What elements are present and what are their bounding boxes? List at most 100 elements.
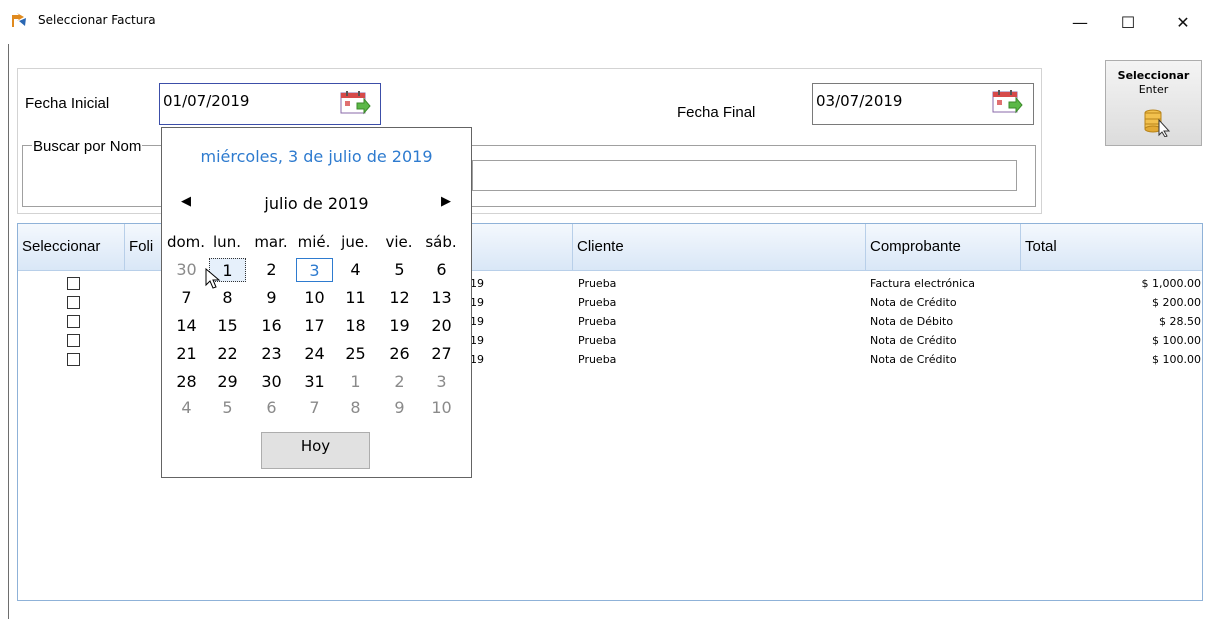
calendar-day[interactable]: 6 (423, 258, 460, 282)
row-checkbox[interactable] (67, 315, 80, 328)
calendar-day[interactable]: 1 (337, 370, 374, 394)
calendar-day[interactable]: 17 (296, 314, 333, 338)
calendar-day[interactable]: 14 (168, 314, 205, 338)
calendar-day-of-week: jue. (341, 233, 369, 251)
row-checkbox[interactable] (67, 334, 80, 347)
calendar-day[interactable]: 10 (296, 286, 333, 310)
cell-cliente: Prueba (578, 353, 617, 366)
buscar-input[interactable] (472, 160, 1017, 191)
calendar-day[interactable]: 9 (253, 286, 290, 310)
calendar-day-of-week: sáb. (425, 233, 457, 251)
calendar-day[interactable]: 7 (296, 396, 333, 420)
cell-comprobante: Factura electrónica (870, 277, 975, 290)
cell-fecha: 19 (470, 334, 484, 347)
cell-comprobante: Nota de Crédito (870, 334, 957, 347)
calendar-day[interactable]: 2 (381, 370, 418, 394)
window-left-border (8, 34, 9, 619)
cell-cliente: Prueba (578, 277, 617, 290)
hoy-button[interactable]: Hoy (261, 432, 370, 469)
app-icon (12, 13, 26, 27)
column-header-total[interactable]: Total (1021, 224, 1202, 270)
close-icon: ✕ (1176, 12, 1190, 32)
calendar-day[interactable]: 22 (209, 342, 246, 366)
calendar-icon[interactable] (339, 89, 371, 117)
fecha-inicial-label: Fecha Inicial (25, 95, 110, 112)
cell-cliente: Prueba (578, 315, 617, 328)
calendar-day[interactable]: 29 (209, 370, 246, 394)
minimize-icon: — (1072, 12, 1088, 32)
next-month-icon[interactable]: ▶ (441, 194, 451, 209)
enter-label: Enter (1138, 83, 1169, 96)
calendar-day[interactable]: 30 (168, 258, 205, 282)
calendar-day[interactable]: 28 (168, 370, 205, 394)
cell-fecha: 19 (470, 296, 484, 309)
calendar-day[interactable]: 9 (381, 396, 418, 420)
calendar-day[interactable]: 8 (337, 396, 374, 420)
maximize-button[interactable]: ☐ (1105, 0, 1151, 44)
calendar-day[interactable]: 5 (209, 396, 246, 420)
calendar-day[interactable]: 23 (253, 342, 290, 366)
row-checkbox[interactable] (67, 353, 80, 366)
calendar-day[interactable]: 16 (253, 314, 290, 338)
cell-total: $ 28.50 (1159, 315, 1201, 328)
cell-cliente: Prueba (578, 334, 617, 347)
column-header-comprobante[interactable]: Comprobante (866, 224, 1021, 270)
column-header-folio[interactable]: Foli (125, 224, 163, 270)
column-header-seleccionar[interactable]: Seleccionar (18, 224, 125, 270)
calendar-day-of-week: vie. (385, 233, 413, 251)
cell-comprobante: Nota de Débito (870, 315, 954, 328)
calendar-day[interactable]: 4 (168, 396, 205, 420)
column-header-cliente[interactable]: Cliente (573, 224, 866, 270)
calendar-day-of-week: mié. (297, 233, 331, 251)
cell-total: $ 100.00 (1152, 353, 1201, 366)
calendar-day[interactable]: 18 (337, 314, 374, 338)
cell-total: $ 1,000.00 (1141, 277, 1201, 290)
mouse-cursor-icon (205, 268, 221, 289)
calendar-day[interactable]: 10 (423, 396, 460, 420)
close-button[interactable]: ✕ (1160, 0, 1206, 44)
calendar-day[interactable]: 15 (209, 314, 246, 338)
calendar-today-header[interactable]: miércoles, 3 de julio de 2019 (162, 147, 471, 166)
calendar-day[interactable]: 11 (337, 286, 374, 310)
cell-total: $ 100.00 (1152, 334, 1201, 347)
calendar-month-label[interactable]: julio de 2019 (162, 194, 471, 213)
fecha-inicial-value: 01/07/2019 (163, 92, 250, 110)
minimize-button[interactable]: — (1057, 0, 1103, 44)
cell-fecha: 19 (470, 353, 484, 366)
calendar-day[interactable]: 26 (381, 342, 418, 366)
cell-total: $ 200.00 (1152, 296, 1201, 309)
calendar-day[interactable]: 31 (296, 370, 333, 394)
database-cursor-icon (1144, 109, 1171, 137)
calendar-icon[interactable] (991, 88, 1023, 116)
calendar-day[interactable]: 2 (253, 258, 290, 282)
calendar-day[interactable]: 3 (296, 258, 333, 282)
calendar-day[interactable]: 20 (423, 314, 460, 338)
cell-comprobante: Nota de Crédito (870, 353, 957, 366)
seleccionar-button[interactable]: Seleccionar Enter (1105, 60, 1202, 146)
calendar-day[interactable]: 13 (423, 286, 460, 310)
calendar-day[interactable]: 4 (337, 258, 374, 282)
row-checkbox[interactable] (67, 296, 80, 309)
calendar-day[interactable]: 3 (423, 370, 460, 394)
calendar-day[interactable]: 7 (168, 286, 205, 310)
calendar-day-of-week: mar. (254, 233, 288, 251)
calendar-day[interactable]: 25 (337, 342, 374, 366)
cell-fecha: 19 (470, 315, 484, 328)
buscar-label: Buscar por Nom (32, 138, 143, 155)
calendar-popup[interactable]: miércoles, 3 de julio de 2019 ◀ julio de… (161, 127, 472, 478)
cell-cliente: Prueba (578, 296, 617, 309)
calendar-day[interactable]: 27 (423, 342, 460, 366)
seleccionar-factura-window: Seleccionar Factura — ☐ ✕ Fecha Inicial … (0, 0, 1215, 619)
calendar-day[interactable]: 19 (381, 314, 418, 338)
cell-comprobante: Nota de Crédito (870, 296, 957, 309)
calendar-day[interactable]: 12 (381, 286, 418, 310)
calendar-day[interactable]: 21 (168, 342, 205, 366)
row-checkbox[interactable] (67, 277, 80, 290)
title-bar[interactable]: Seleccionar Factura — ☐ ✕ (0, 0, 1215, 44)
calendar-day[interactable]: 24 (296, 342, 333, 366)
calendar-day[interactable]: 6 (253, 396, 290, 420)
calendar-day-of-week: dom. (166, 233, 206, 251)
calendar-day[interactable]: 30 (253, 370, 290, 394)
window-title: Seleccionar Factura (38, 13, 156, 27)
calendar-day[interactable]: 5 (381, 258, 418, 282)
